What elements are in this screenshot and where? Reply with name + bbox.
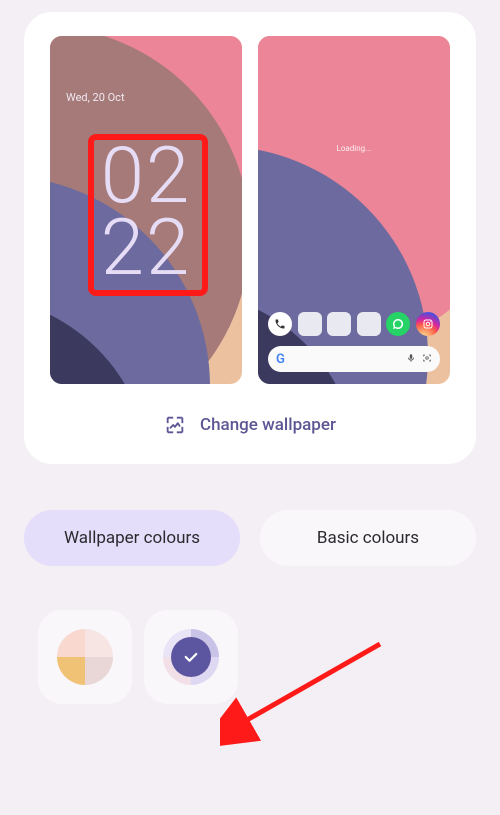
colour-source-tabs: Wallpaper colours Basic colours — [24, 510, 476, 566]
whatsapp-icon — [392, 318, 404, 330]
dock-instagram-app — [416, 312, 440, 336]
swatch-preview-icon — [57, 629, 113, 685]
colour-swatch-1[interactable] — [38, 610, 132, 704]
wallpaper-preview-card: Wed, 20 Oct 02 22 Loading... — [24, 12, 476, 464]
tab-wallpaper-colours[interactable]: Wallpaper colours — [24, 510, 240, 566]
check-icon — [182, 648, 200, 666]
tab-label: Basic colours — [317, 528, 419, 548]
instagram-icon — [422, 318, 434, 330]
homescreen-dock — [268, 312, 440, 336]
dock-folder-2 — [327, 312, 351, 336]
dock-folder-3 — [357, 312, 381, 336]
colour-swatch-row — [38, 610, 500, 704]
homescreen-widget-loading: Loading... — [258, 144, 450, 153]
colour-swatch-2-selected[interactable] — [144, 610, 238, 704]
lockscreen-hour: 02 — [101, 141, 192, 213]
tab-basic-colours[interactable]: Basic colours — [260, 510, 476, 566]
change-wallpaper-label: Change wallpaper — [200, 415, 336, 435]
preview-row: Wed, 20 Oct 02 22 Loading... — [46, 36, 454, 384]
lockscreen-date: Wed, 20 Oct — [66, 91, 125, 104]
change-wallpaper-button[interactable]: Change wallpaper — [46, 414, 454, 436]
phone-icon — [274, 318, 286, 330]
lockscreen-minute: 22 — [101, 213, 192, 285]
selected-check-badge — [171, 637, 211, 677]
mic-icon — [406, 353, 416, 366]
lockscreen-preview[interactable]: Wed, 20 Oct 02 22 — [50, 36, 242, 384]
lens-icon — [422, 353, 432, 366]
dock-whatsapp-app — [386, 312, 410, 336]
change-wallpaper-icon — [164, 414, 186, 436]
dock-folder-1 — [298, 312, 322, 336]
tab-label: Wallpaper colours — [64, 528, 200, 548]
google-g-icon: G — [276, 352, 285, 367]
homescreen-preview[interactable]: Loading... G — [258, 36, 450, 384]
lockscreen-time: 02 22 — [101, 141, 192, 285]
homescreen-searchbar: G — [268, 346, 440, 372]
dock-phone-app — [268, 312, 292, 336]
